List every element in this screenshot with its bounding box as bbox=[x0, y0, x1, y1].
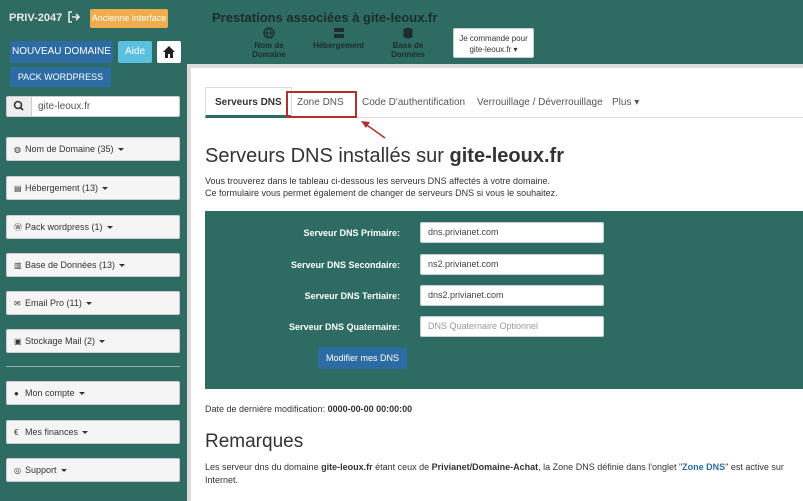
old-interface-button[interactable]: Ancienne interface bbox=[90, 9, 168, 28]
user-icon: ● bbox=[14, 389, 19, 398]
menu-label: Stockage Mail (2) bbox=[25, 336, 96, 346]
account-id: PRIV-2047 bbox=[9, 12, 63, 24]
quaternary-dns-label: Serveur DNS Quaternaire: bbox=[288, 322, 400, 332]
last-modified-label: Date de dernière modification: bbox=[205, 404, 328, 414]
tertiary-dns-label: Serveur DNS Tertiaire: bbox=[304, 291, 400, 301]
quick-link-label: Hébergement bbox=[312, 41, 365, 50]
menu-label: Mes finances bbox=[25, 427, 79, 437]
last-modified-value: 0000-00-00 00:00:00 bbox=[327, 404, 413, 414]
caret-down-icon bbox=[82, 431, 89, 435]
heading-prefix: Serveurs DNS installés sur bbox=[205, 145, 450, 167]
quick-link-domain[interactable]: Nom de Domaine bbox=[237, 27, 301, 59]
menu-mail-storage[interactable]: ▣ Stockage Mail (2) bbox=[6, 329, 180, 353]
menu-account[interactable]: ● Mon compte bbox=[6, 381, 180, 405]
logout-icon[interactable] bbox=[67, 10, 81, 24]
secondary-dns-input[interactable]: ns2.privianet.com bbox=[420, 254, 604, 275]
quick-link-hosting[interactable]: Hébergement bbox=[311, 27, 366, 50]
menu-label: Support bbox=[25, 465, 57, 475]
remarks-provider: Privianet/Domaine-Achat bbox=[431, 462, 539, 472]
order-for-domain: gite-leoux.fr ▾ bbox=[469, 45, 518, 54]
tertiary-dns-input[interactable]: dns2.privianet.com bbox=[420, 285, 604, 306]
envelope-icon: ✉ bbox=[14, 299, 21, 308]
caret-down-icon bbox=[60, 469, 67, 473]
caret-down-icon bbox=[106, 226, 113, 230]
new-domain-button[interactable]: NOUVEAU DOMAINE bbox=[10, 41, 113, 63]
quick-link-database[interactable]: Base de Données bbox=[376, 27, 440, 59]
search-icon bbox=[7, 97, 32, 116]
menu-domains[interactable]: ◍ Nom de Domaine (35) bbox=[6, 137, 180, 161]
remarks-domain: gite-leoux.fr bbox=[321, 462, 373, 472]
remarks-text: Les serveur dns du domaine gite-leoux.fr… bbox=[205, 461, 797, 487]
menu-email-pro[interactable]: ✉ Email Pro (11) bbox=[6, 291, 180, 315]
menu-label: Mon compte bbox=[25, 388, 75, 398]
globe-icon: ◍ bbox=[14, 145, 21, 154]
quick-link-label: Nom de Domaine bbox=[252, 41, 286, 59]
section-heading: Serveurs DNS installés sur gite-leoux.fr bbox=[205, 145, 564, 168]
menu-label: Pack wordpress (1) bbox=[25, 222, 103, 232]
caret-down-icon bbox=[85, 302, 92, 306]
menu-databases[interactable]: ▥ Base de Données (13) bbox=[6, 253, 180, 277]
intro-line: Ce formulaire vous permet également de c… bbox=[205, 188, 558, 198]
menu-label: Email Pro (11) bbox=[25, 298, 82, 308]
remarks-part: étant ceux de bbox=[372, 462, 432, 472]
secondary-dns-label: Serveur DNS Secondaire: bbox=[290, 260, 400, 270]
last-modified: Date de dernière modification: 0000-00-0… bbox=[205, 404, 412, 414]
remarks-part: , la Zone DNS définie dans l'onglet " bbox=[538, 462, 683, 472]
caret-down-icon bbox=[117, 148, 124, 152]
pack-wordpress-button[interactable]: PACK WORDPRESS bbox=[10, 67, 111, 87]
database-icon bbox=[403, 27, 413, 39]
tab-highlight-box bbox=[286, 91, 357, 118]
wordpress-icon: Ⓦ bbox=[14, 223, 22, 232]
remarks-part: Les serveur dns du domaine bbox=[205, 462, 322, 472]
caret-down-icon bbox=[119, 264, 126, 268]
update-dns-button[interactable]: Modifier mes DNS bbox=[318, 347, 407, 369]
caret-down-icon bbox=[99, 340, 106, 344]
caret-down-icon bbox=[78, 392, 85, 396]
intro-text: Vous trouverez dans le tableau ci-dessou… bbox=[205, 175, 558, 199]
support-icon: ◎ bbox=[14, 466, 21, 475]
tab-dns-servers[interactable]: Serveurs DNS bbox=[205, 87, 292, 118]
page-title: Prestations associées à gite-leoux.fr bbox=[212, 10, 438, 25]
menu-label: Base de Données (13) bbox=[25, 260, 116, 270]
caret-down-icon bbox=[102, 187, 109, 191]
order-for-dropdown[interactable]: Je commande pour gite-leoux.fr ▾ bbox=[453, 28, 534, 58]
pointer-arrow-icon bbox=[361, 121, 386, 139]
tab-lock-unlock[interactable]: Verrouillage / Déverrouillage bbox=[477, 87, 603, 118]
sidebar-divider bbox=[6, 366, 180, 367]
quick-link-label: Base de Données bbox=[391, 41, 425, 59]
server-icon bbox=[333, 28, 344, 38]
server-icon: ▤ bbox=[14, 184, 22, 193]
tab-more[interactable]: Plus ▾ bbox=[612, 87, 639, 118]
heading-domain: gite-leoux.fr bbox=[449, 145, 564, 167]
menu-finances[interactable]: € Mes finances bbox=[6, 420, 180, 444]
zone-dns-link[interactable]: Zone DNS bbox=[682, 462, 725, 472]
search-input[interactable]: gite-leoux.fr bbox=[38, 101, 90, 112]
archive-icon: ▣ bbox=[14, 337, 22, 346]
intro-line: Vous trouverez dans le tableau ci-dessou… bbox=[205, 176, 551, 186]
order-for-label: Je commande pour bbox=[459, 34, 528, 43]
database-icon: ▥ bbox=[14, 261, 22, 270]
tab-auth-code[interactable]: Code D'authentification bbox=[362, 87, 465, 118]
help-button[interactable]: Aide bbox=[118, 41, 152, 63]
menu-label: Nom de Domaine (35) bbox=[25, 144, 114, 154]
primary-dns-label: Serveur DNS Primaire: bbox=[303, 228, 400, 238]
home-icon bbox=[163, 46, 175, 58]
quaternary-dns-input[interactable]: DNS Quaternaire Optionnel bbox=[420, 316, 604, 337]
home-button[interactable] bbox=[157, 41, 181, 63]
remarks-heading: Remarques bbox=[205, 431, 304, 452]
menu-wordpress[interactable]: Ⓦ Pack wordpress (1) bbox=[6, 215, 180, 239]
menu-label: Hébergement (13) bbox=[25, 183, 99, 193]
menu-hosting[interactable]: ▤ Hébergement (13) bbox=[6, 176, 180, 200]
primary-dns-input[interactable]: dns.privianet.com bbox=[420, 222, 604, 243]
menu-support[interactable]: ◎ Support bbox=[6, 458, 180, 482]
search-box[interactable]: gite-leoux.fr bbox=[6, 96, 180, 117]
euro-icon: € bbox=[14, 428, 19, 437]
globe-icon bbox=[263, 27, 275, 39]
